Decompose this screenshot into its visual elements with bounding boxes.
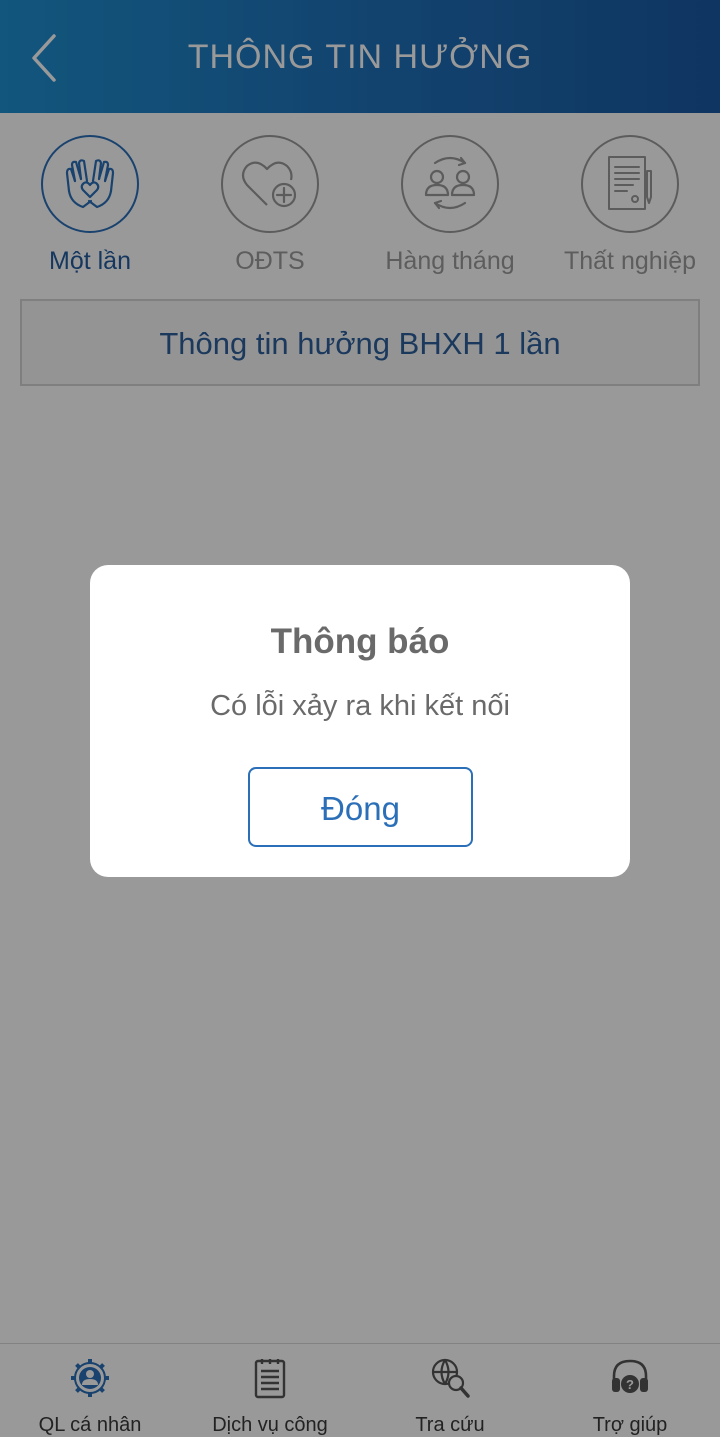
dialog-message: Có lỗi xảy ra khi kết nối: [210, 690, 510, 722]
alert-dialog: Thông báo Có lỗi xảy ra khi kết nối Đóng: [90, 565, 630, 877]
app-screen: THÔNG TIN HƯỞNG Một lần OĐTS Hàng tháng …: [0, 0, 720, 1437]
close-button[interactable]: Đóng: [248, 767, 473, 847]
close-button-label: Đóng: [321, 790, 400, 827]
dialog-title: Thông báo: [270, 622, 450, 661]
